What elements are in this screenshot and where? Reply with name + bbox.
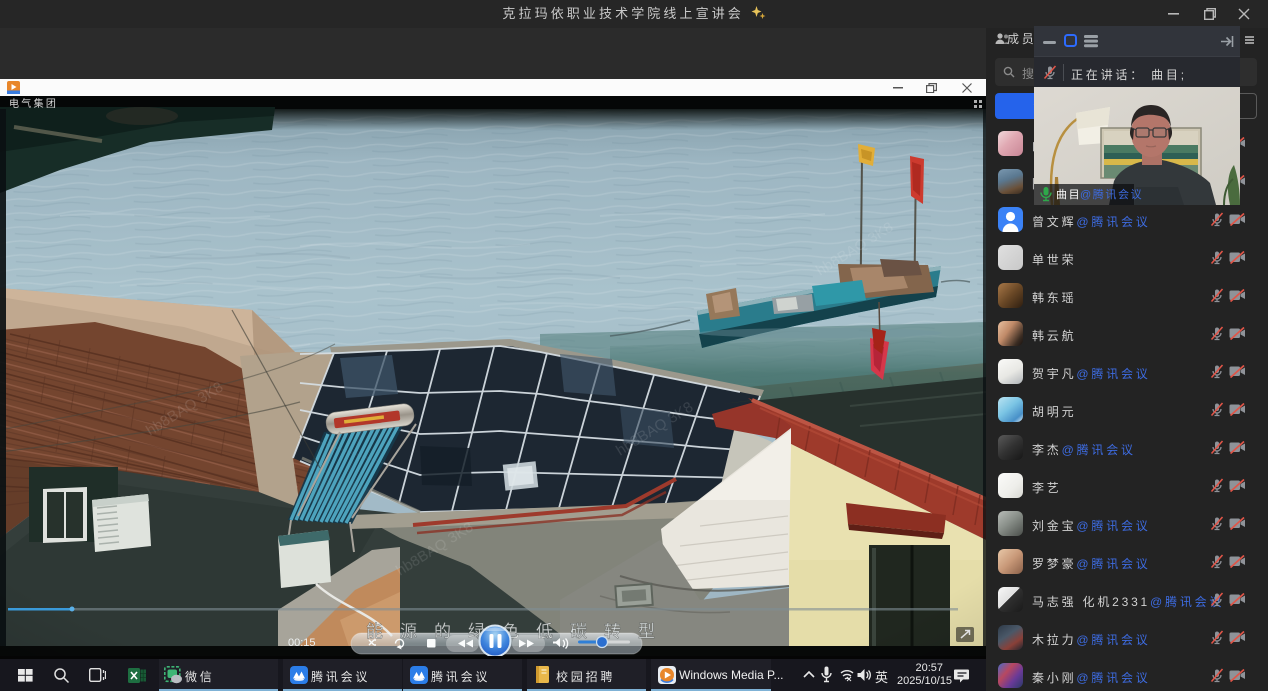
svg-text:@腾讯会议: @腾讯会议 (1080, 187, 1143, 201)
svg-text:00:15: 00:15 (288, 637, 316, 649)
svg-text:电气集团: 电气集团 (9, 97, 58, 110)
svg-text:曲目: 曲目 (1056, 188, 1081, 201)
